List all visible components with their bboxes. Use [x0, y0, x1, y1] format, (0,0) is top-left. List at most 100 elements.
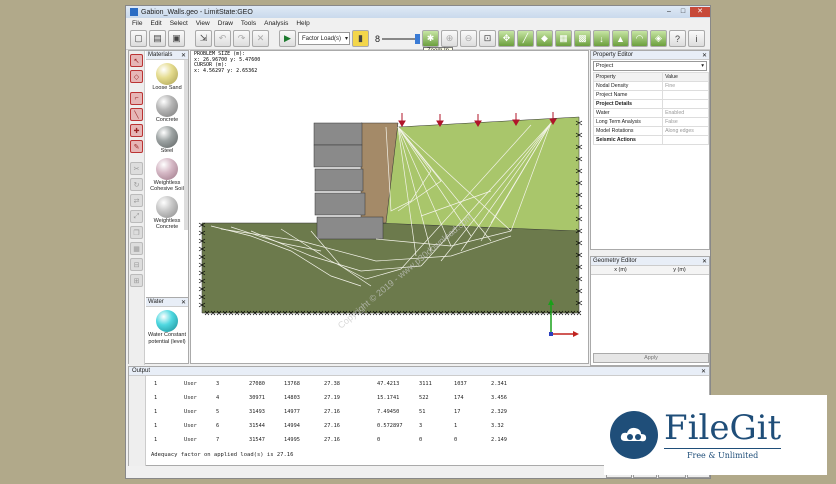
- output-cell: User: [184, 423, 197, 429]
- draw-load-icon[interactable]: ↓: [593, 30, 611, 47]
- rotate-tool-icon[interactable]: ↻: [130, 178, 143, 191]
- array-tool-icon[interactable]: ▦: [130, 242, 143, 255]
- menu-draw[interactable]: Draw: [218, 20, 233, 27]
- close-button[interactable]: ✕: [690, 7, 710, 17]
- output-cell: 14995: [284, 437, 300, 443]
- draw-boundary-icon[interactable]: ▦: [555, 30, 573, 47]
- export-icon[interactable]: ⇲: [195, 30, 212, 47]
- draw-solid-icon[interactable]: ▩: [574, 30, 592, 47]
- property-value[interactable]: [662, 90, 709, 100]
- lock-icon[interactable]: ▮: [352, 30, 369, 47]
- property-row[interactable]: Project Details: [592, 99, 709, 109]
- save-icon[interactable]: ▣: [168, 30, 185, 47]
- help-icon[interactable]: ?: [669, 30, 687, 47]
- output-cell: 3.32: [491, 423, 504, 429]
- cut-tool-icon[interactable]: ✂: [130, 162, 143, 175]
- property-target-value: Project: [596, 63, 614, 69]
- chevron-down-icon: ▾: [701, 63, 704, 69]
- property-value[interactable]: Along edges: [662, 126, 709, 136]
- minimize-button[interactable]: –: [662, 7, 676, 17]
- solve-play-icon[interactable]: ▶: [279, 30, 296, 47]
- output-cell: 51: [419, 409, 426, 415]
- copy-tool-icon[interactable]: ❐: [130, 226, 143, 239]
- scale-tool-icon[interactable]: ⤢: [130, 210, 143, 223]
- materials-scrollbar[interactable]: [184, 60, 188, 230]
- delete-icon[interactable]: ✕: [252, 30, 269, 47]
- property-row[interactable]: Project Name: [592, 90, 709, 100]
- merge-tool-icon[interactable]: ⊞: [130, 274, 143, 287]
- material-steel[interactable]: Steel: [146, 126, 188, 155]
- slider-track[interactable]: [382, 33, 421, 44]
- output-cell: User: [184, 381, 197, 387]
- menu-tools[interactable]: Tools: [241, 20, 256, 27]
- new-file-icon[interactable]: ▢: [130, 30, 147, 47]
- zoom-fit-icon[interactable]: ⊡: [479, 30, 497, 47]
- output-cell: 3.456: [491, 395, 507, 401]
- panel-close-icon[interactable]: ✕: [702, 52, 707, 59]
- output-cell: 174: [454, 395, 464, 401]
- line-tool-icon[interactable]: ╲: [130, 108, 143, 121]
- material-weightless-cohesive-soil[interactable]: Weightless Cohesive Soil: [146, 157, 188, 193]
- property-row[interactable]: Model Rotations Along edges: [592, 126, 709, 136]
- undo-icon[interactable]: ↶: [214, 30, 231, 47]
- property-value[interactable]: [662, 99, 709, 109]
- node-tool-icon[interactable]: ◇: [130, 70, 143, 83]
- property-row[interactable]: Water Enabled: [592, 108, 709, 118]
- open-folder-icon[interactable]: ▤: [149, 30, 166, 47]
- zoom-in-icon[interactable]: ⊕: [441, 30, 459, 47]
- output-cell: 5: [216, 409, 220, 415]
- property-value[interactable]: False: [662, 117, 709, 127]
- property-value[interactable]: [662, 135, 709, 145]
- pan-icon[interactable]: ✥: [498, 30, 516, 47]
- panel-close-icon[interactable]: ✕: [181, 52, 186, 59]
- water-constant-potential[interactable]: Water Constant potential (level): [146, 310, 188, 345]
- property-row[interactable]: Long Term Analysis False: [592, 117, 709, 127]
- apply-button[interactable]: Apply: [593, 353, 709, 363]
- property-target-select[interactable]: Project ▾: [593, 61, 707, 71]
- property-value[interactable]: Enabled: [662, 108, 709, 118]
- select-tool-icon[interactable]: ↖: [130, 54, 143, 67]
- material-concrete[interactable]: Concrete: [146, 94, 188, 124]
- boundary-tool-icon[interactable]: ⌐: [130, 92, 143, 105]
- draw-node-icon[interactable]: ◆: [536, 30, 554, 47]
- output-cell: 1037: [454, 381, 467, 387]
- analysis-mode-select[interactable]: Factor Load(s) ▾: [298, 32, 350, 45]
- material-weightless-concrete[interactable]: Weightless Concrete: [146, 195, 188, 231]
- property-value[interactable]: Fine: [662, 81, 709, 91]
- menu-analysis[interactable]: Analysis: [264, 20, 288, 27]
- mirror-tool-icon[interactable]: ⇄: [130, 194, 143, 207]
- add-tool-icon[interactable]: ✚: [130, 124, 143, 137]
- split-tool-icon[interactable]: ⊟: [130, 258, 143, 271]
- settings-gear-icon[interactable]: ✱: [422, 30, 440, 47]
- property-row[interactable]: Nodal Density Fine: [592, 81, 709, 91]
- menu-edit[interactable]: Edit: [150, 20, 161, 27]
- column-header: y (m): [673, 267, 686, 273]
- property-row[interactable]: Seismic Actions: [592, 135, 709, 145]
- analysis-mode-value: Factor Load(s): [302, 35, 342, 42]
- maximize-button[interactable]: □: [676, 7, 690, 17]
- draw-triangle-icon[interactable]: ▲: [612, 30, 630, 47]
- output-cell: 6: [216, 423, 220, 429]
- edit-tool-icon[interactable]: ✎: [130, 140, 143, 153]
- menu-file[interactable]: File: [132, 20, 142, 27]
- panel-close-icon[interactable]: ✕: [701, 368, 706, 375]
- view-3d-icon[interactable]: ◈: [650, 30, 668, 47]
- panel-close-icon[interactable]: ✕: [702, 258, 707, 265]
- menu-help[interactable]: Help: [296, 20, 309, 27]
- window-title: Gabion_Walls.geo - LimitState:GEO: [141, 8, 253, 16]
- menu-view[interactable]: View: [196, 20, 210, 27]
- redo-icon[interactable]: ↷: [233, 30, 250, 47]
- draw-arc-icon[interactable]: ◠: [631, 30, 649, 47]
- output-cell: 0.572897: [377, 423, 403, 429]
- slider-knob[interactable]: [415, 33, 421, 44]
- panel-close-icon[interactable]: ✕: [181, 299, 186, 306]
- info-icon[interactable]: i: [688, 30, 706, 47]
- zoom-out-icon[interactable]: ⊖: [460, 30, 478, 47]
- animation-slider[interactable]: 8: [375, 33, 421, 44]
- material-swatch: [156, 157, 178, 180]
- output-title: Output: [132, 368, 151, 374]
- geometry-canvas[interactable]: PROBLEM SIZE (m): x: 26.96700 y: 5.47600…: [190, 50, 589, 364]
- draw-line-icon[interactable]: ╱: [517, 30, 535, 47]
- menu-select[interactable]: Select: [170, 20, 188, 27]
- material-loose-sand[interactable]: Loose Sand: [146, 63, 188, 92]
